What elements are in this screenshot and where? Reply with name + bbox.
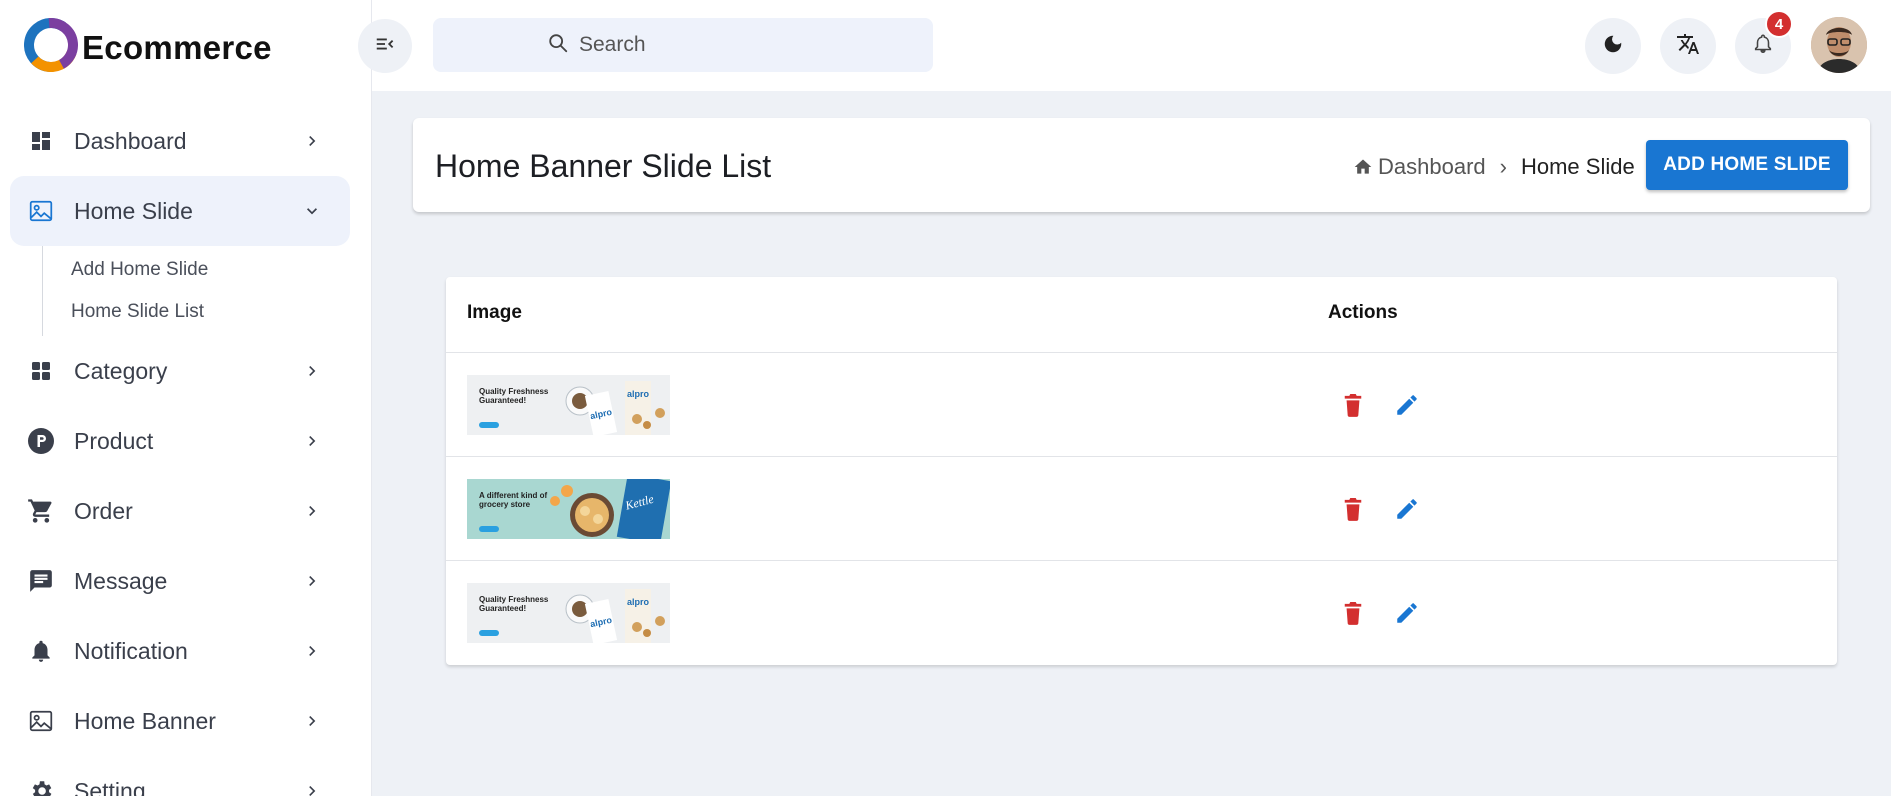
slide-brand: alpro (627, 597, 650, 607)
home-icon (1353, 157, 1373, 177)
chevron-right-icon (300, 569, 324, 593)
chevron-right-icon (300, 709, 324, 733)
chevron-right-icon (300, 429, 324, 453)
row-actions (1338, 387, 1422, 423)
home-slide-submenu: Add Home Slide Home Slide List (42, 246, 350, 336)
breadcrumb-dashboard-label: Dashboard (1378, 154, 1486, 179)
page-header-card: Home Banner Slide List Dashboard › Home … (413, 118, 1870, 212)
slide-thumbnail: A different kind of grocery store Kettle (467, 479, 670, 539)
sidebar-item-order[interactable]: Order (10, 476, 350, 546)
breadcrumb: Dashboard › Home Slide (1353, 154, 1635, 180)
breadcrumb-current: Home Slide (1520, 154, 1635, 179)
pencil-icon (1397, 395, 1417, 415)
chevron-right-icon (300, 639, 324, 663)
submenu-home-slide-list[interactable]: Home Slide List (43, 292, 350, 334)
slide-headline-1: A different kind of (479, 491, 547, 500)
trash-icon (1344, 394, 1362, 417)
slide-headline-2: grocery store (479, 500, 531, 509)
sidebar: Ecommerce Dashboard Home Slide Add Home … (0, 0, 372, 796)
sidebar-item-home-banner[interactable]: Home Banner (10, 686, 350, 756)
slide-headline-1: Quality Freshness (479, 595, 549, 604)
grid-icon (26, 356, 56, 386)
delete-button[interactable] (1338, 387, 1368, 423)
logo-icon (24, 18, 78, 77)
row-actions (1338, 595, 1422, 631)
slide-headline-1: Quality Freshness (479, 387, 549, 396)
bell-icon (26, 636, 56, 666)
sidebar-item-home-slide[interactable]: Home Slide (10, 176, 350, 246)
image-icon (26, 706, 56, 736)
table-row: A different kind of grocery store Kettle (446, 457, 1837, 561)
slide-headline-2: Guaranteed! (479, 604, 526, 613)
sidebar-nav: Dashboard Home Slide Add Home Slide Home… (10, 106, 350, 796)
avatar[interactable] (1811, 17, 1867, 73)
sidebar-item-label: Category (74, 357, 168, 384)
search-input[interactable] (579, 33, 879, 57)
breadcrumb-dashboard-link[interactable]: Dashboard (1353, 154, 1486, 180)
delete-button[interactable] (1338, 491, 1368, 527)
cart-icon (26, 496, 56, 526)
language-button[interactable] (1660, 18, 1716, 74)
trash-icon (1344, 602, 1362, 625)
sidebar-item-label: Product (74, 427, 154, 454)
bell-icon (1752, 33, 1774, 60)
slide-thumbnail: Quality Freshness Guaranteed! alpro alpr… (467, 583, 670, 643)
slide-headline-2: Guaranteed! (479, 396, 526, 405)
moon-icon (1602, 33, 1624, 60)
slides-table: Image Actions Quality Freshness Guarante… (446, 277, 1837, 665)
pencil-icon (1397, 499, 1417, 519)
slide-brand: alpro (627, 389, 650, 399)
brand-name: Ecommerce (82, 28, 272, 66)
slide-thumbnail: Quality Freshness Guaranteed! alpro alpr… (467, 375, 670, 435)
sidebar-item-product[interactable]: Product (10, 406, 350, 476)
breadcrumb-separator: › (1499, 154, 1507, 179)
edit-button[interactable] (1392, 595, 1422, 631)
edit-button[interactable] (1392, 491, 1422, 527)
sidebar-item-dashboard[interactable]: Dashboard (10, 106, 350, 176)
chevron-down-icon (300, 199, 324, 223)
sidebar-item-label: Dashboard (74, 127, 187, 154)
add-home-slide-button[interactable]: ADD HOME SLIDE (1646, 140, 1848, 190)
brand[interactable]: Ecommerce (24, 18, 272, 77)
edit-button[interactable] (1392, 387, 1422, 423)
sidebar-item-label: Home Slide (74, 197, 193, 224)
row-actions (1338, 491, 1422, 527)
sidebar-item-label: Setting (74, 777, 146, 796)
column-header-actions: Actions (1328, 302, 1398, 323)
chevron-right-icon (300, 499, 324, 523)
product-icon (26, 426, 56, 456)
notification-badge: 4 (1765, 10, 1793, 38)
translate-icon (1676, 32, 1700, 61)
submenu-add-home-slide[interactable]: Add Home Slide (43, 250, 350, 292)
sidebar-item-label: Home Banner (74, 707, 216, 734)
sidebar-item-label: Order (74, 497, 133, 524)
menu-toggle-button[interactable] (358, 19, 412, 73)
sidebar-item-notification[interactable]: Notification (10, 616, 350, 686)
sidebar-item-label: Notification (74, 637, 188, 664)
sidebar-item-label: Message (74, 567, 168, 594)
dark-mode-button[interactable] (1585, 18, 1641, 74)
table-header: Image Actions (446, 277, 1837, 353)
notifications-button[interactable]: 4 (1735, 10, 1793, 74)
table-row: Quality Freshness Guaranteed! alpro alpr… (446, 561, 1837, 665)
dashboard-icon (26, 126, 56, 156)
sidebar-item-message[interactable]: Message (10, 546, 350, 616)
message-icon (26, 566, 56, 596)
sidebar-item-setting[interactable]: Setting (10, 756, 350, 796)
gear-icon (26, 776, 56, 796)
pencil-icon (1397, 603, 1417, 623)
chevron-right-icon (300, 779, 324, 796)
sidebar-item-category[interactable]: Category (10, 336, 350, 406)
column-header-image: Image (467, 302, 522, 323)
trash-icon (1344, 498, 1362, 521)
search-bar[interactable] (433, 18, 933, 72)
table-row: Quality Freshness Guaranteed! alpro alpr… (446, 353, 1837, 457)
image-icon (26, 196, 56, 226)
menu-toggle-icon (374, 33, 396, 60)
search-icon (547, 32, 569, 59)
delete-button[interactable] (1338, 595, 1368, 631)
page-title: Home Banner Slide List (435, 148, 772, 184)
chevron-right-icon (300, 359, 324, 383)
chevron-right-icon (300, 129, 324, 153)
